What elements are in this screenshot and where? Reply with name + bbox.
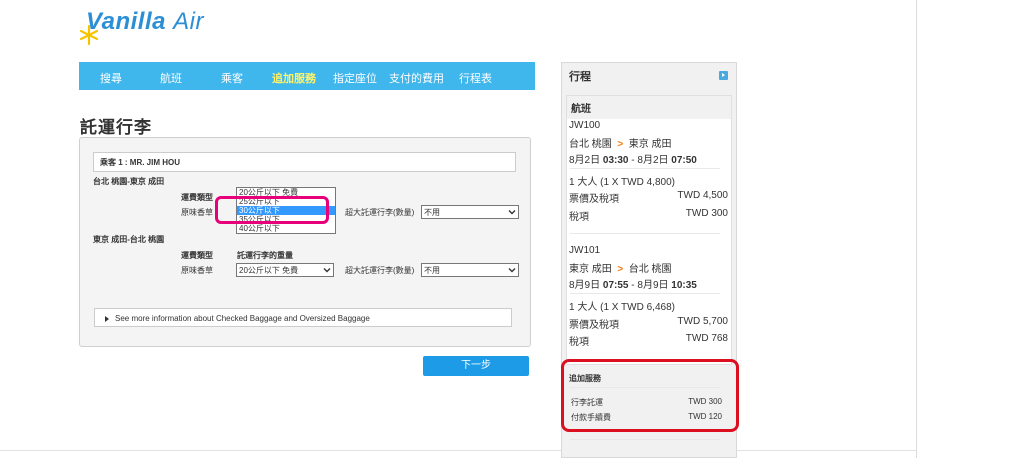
flight-1-dep-time: 03:30 xyxy=(602,155,629,166)
route-arrow-icon: > xyxy=(614,139,626,150)
chevron-down-icon xyxy=(508,210,516,215)
flight-1-arr-time: 07:50 xyxy=(671,155,697,166)
segment-2-fare-type-label: 運費類型 xyxy=(181,251,213,260)
highlight-ring-services xyxy=(561,359,739,432)
segment-1-oversized-select[interactable]: 不用 xyxy=(421,205,519,219)
brand-name-sub: Air xyxy=(173,8,204,35)
nav-payment[interactable]: 支付的費用 xyxy=(389,70,444,86)
flight-2-tax-value: TWD 768 xyxy=(685,333,728,344)
flight-2-number: JW101 xyxy=(569,245,601,256)
brand-name-main: Vanilla xyxy=(86,8,166,35)
flight-2-tax-label: 稅項 xyxy=(569,337,589,348)
chevron-down-icon xyxy=(323,268,331,273)
divider xyxy=(570,293,720,294)
segment-2-oversized-select[interactable]: 不用 xyxy=(421,263,519,277)
segment-2-baggage-value: 20公斤以下 免費 xyxy=(239,266,299,275)
nav-flights[interactable]: 航班 xyxy=(160,70,182,86)
itinerary-title: 行程 xyxy=(569,71,591,83)
baggage-info-text: See more information about Checked Bagga… xyxy=(115,314,370,323)
sidebar-toggle-icon[interactable] xyxy=(719,71,728,80)
brand-logo[interactable]: Vanilla Air xyxy=(86,8,204,36)
flight-1-tax-label: 稅項 xyxy=(569,212,589,223)
passenger-name: 乘客 1 : MR. JIM HOU xyxy=(93,152,516,172)
flight-1-fare-value: TWD 4,500 xyxy=(677,190,728,201)
flight-2-from: 東京 成田 xyxy=(569,264,612,275)
flight-1-tax-value: TWD 300 xyxy=(685,208,728,219)
nav-passengers[interactable]: 乘客 xyxy=(221,70,243,86)
flights-header: 航班 xyxy=(567,96,731,119)
flight-2-dep-date: 8月9日 xyxy=(569,280,601,291)
divider xyxy=(570,168,720,169)
segment-2-baggage-select[interactable]: 20公斤以下 免費 xyxy=(236,263,334,277)
nav-seat-selection[interactable]: 指定座位 xyxy=(333,70,377,86)
divider xyxy=(570,233,720,234)
flight-1-route: 台北 桃園 > 東京 成田 xyxy=(569,135,672,150)
flight-1-to: 東京 成田 xyxy=(628,139,672,150)
flight-2-arr-date: 8月9日 xyxy=(637,280,669,291)
baggage-option[interactable]: 40公斤以下 xyxy=(237,224,335,233)
baggage-info-expander[interactable]: See more information about Checked Bagga… xyxy=(94,308,512,327)
flight-2-route: 東京 成田 > 台北 桃園 xyxy=(569,260,672,275)
caret-right-icon xyxy=(105,315,109,322)
flight-2-to: 台北 桃園 xyxy=(628,264,672,275)
segment-2-oversized-value: 不用 xyxy=(424,266,440,275)
segment-1-oversized-value: 不用 xyxy=(424,208,440,217)
route-arrow-icon: > xyxy=(614,264,626,275)
flight-1-pax: 1 大人 (1 X TWD 4,800) xyxy=(569,177,675,188)
segment-1-oversized-label: 超大託運行李(數量) xyxy=(345,208,415,217)
nav-search[interactable]: 搜尋 xyxy=(100,70,122,86)
right-frame-border xyxy=(916,0,917,458)
segment-1-fare-type-value: 原味香草 xyxy=(181,208,213,217)
booking-steps-nav: 搜尋 航班 乘客 追加服務 指定座位 支付的費用 行程表 xyxy=(79,62,535,90)
highlight-ring-baggage-option xyxy=(215,196,329,224)
flight-2-dep-time: 07:55 xyxy=(602,280,629,291)
segment-1-route: 台北 桃園-東京 成田 xyxy=(93,177,165,186)
segment-2-oversized-label: 超大託運行李(數量) xyxy=(345,266,415,275)
flight-1-dep-date: 8月2日 xyxy=(569,155,601,166)
flight-1-fare-label: 票價及稅項 xyxy=(569,194,619,205)
flight-2-fare-value: TWD 5,700 xyxy=(677,316,728,327)
next-step-button[interactable]: 下一步 xyxy=(423,356,529,376)
divider xyxy=(570,439,720,440)
flight-1-times: 8月2日 03:30 - 8月2日 07:50 xyxy=(569,151,697,166)
baggage-form-panel: 乘客 1 : MR. JIM HOU 台北 桃園-東京 成田 運費類型 原味香草… xyxy=(79,137,531,347)
time-separator: - xyxy=(631,280,635,291)
flight-2-arr-time: 10:35 xyxy=(671,280,697,291)
segment-2-fare-type-value: 原味香草 xyxy=(181,266,213,275)
flight-2-pax: 1 大人 (1 X TWD 6,468) xyxy=(569,302,675,313)
segment-1-fare-type-label: 運費類型 xyxy=(181,193,213,202)
segment-2-route: 東京 成田-台北 桃園 xyxy=(93,235,165,244)
flight-1-arr-date: 8月2日 xyxy=(637,155,669,166)
flight-2-times: 8月9日 07:55 - 8月9日 10:35 xyxy=(569,276,697,291)
flight-1-from: 台北 桃園 xyxy=(569,139,612,150)
page-title: 託運行李 xyxy=(80,118,152,137)
flight-1-number: JW100 xyxy=(569,120,601,131)
nav-itinerary[interactable]: 行程表 xyxy=(459,70,492,86)
flight-2-fare-label: 票價及稅項 xyxy=(569,320,619,331)
bottom-frame-border xyxy=(0,450,916,451)
segment-2-baggage-label: 託運行李的重量 xyxy=(237,251,293,260)
nav-extra-services[interactable]: 追加服務 xyxy=(272,70,316,86)
chevron-down-icon xyxy=(508,268,516,273)
time-separator: - xyxy=(631,155,635,166)
